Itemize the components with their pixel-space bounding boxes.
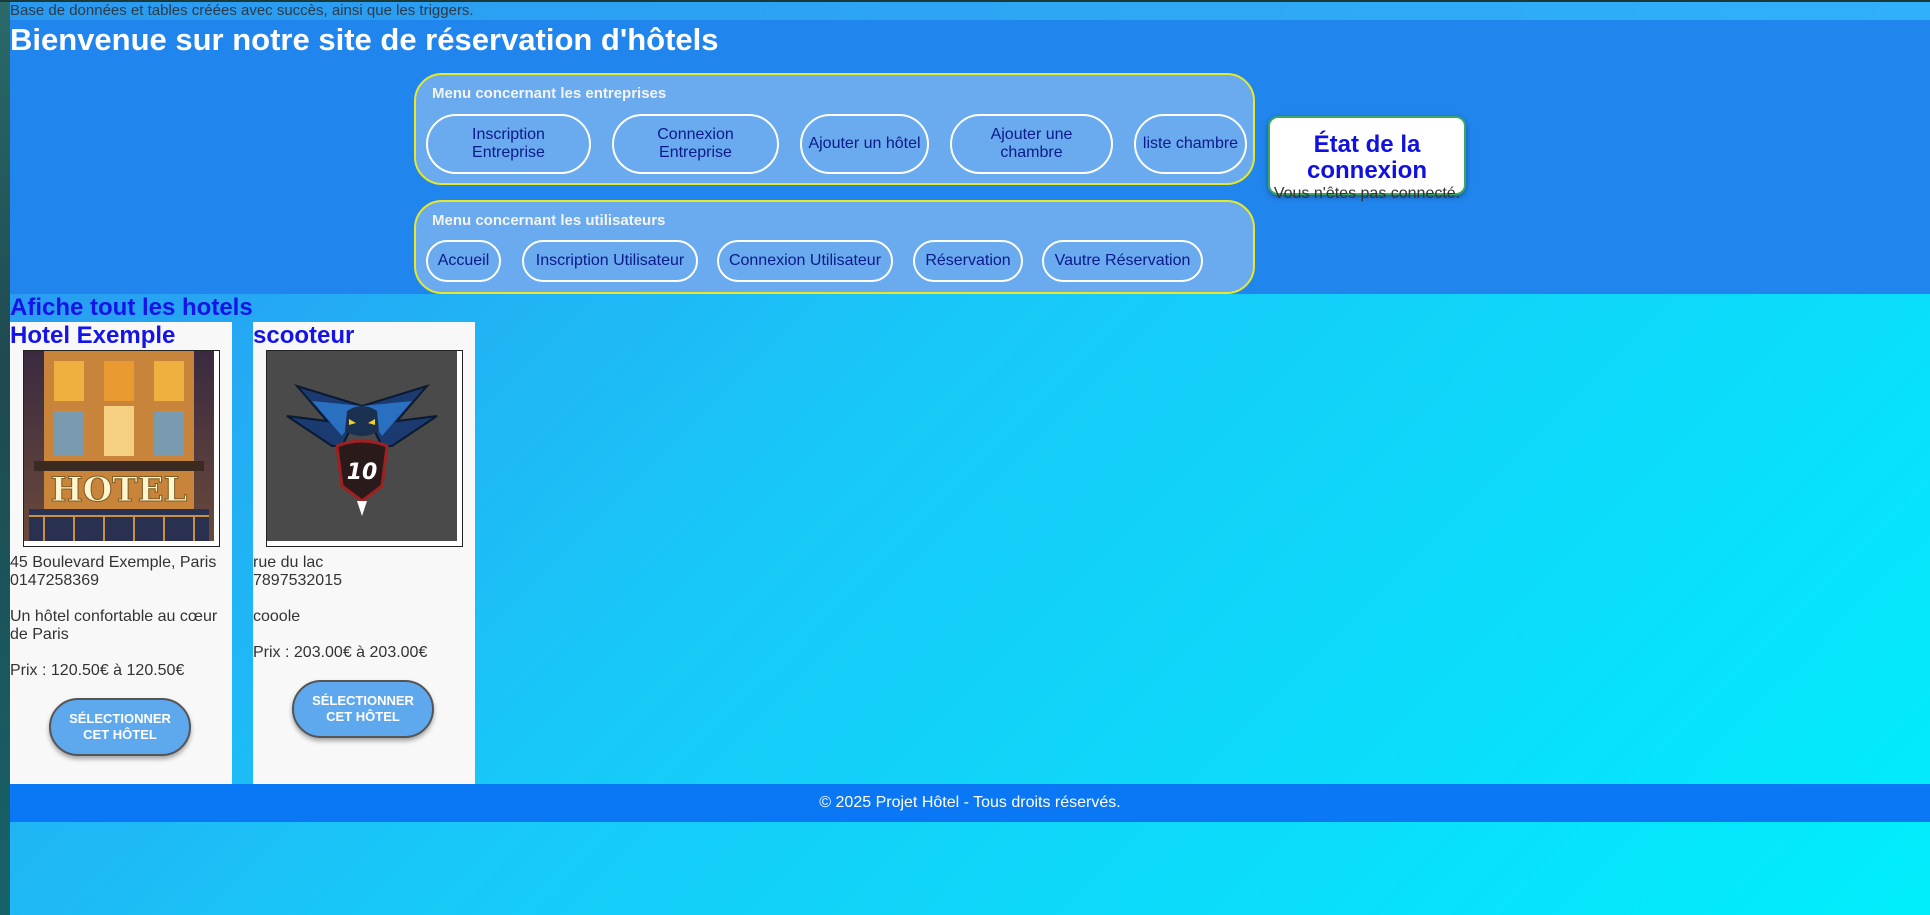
hotel-sign-text: HOTEL: [51, 470, 188, 510]
hotel-description: Un hôtel confortable au cœur de Paris: [10, 608, 218, 643]
ajouter-chambre-button[interactable]: Ajouter une chambre: [950, 114, 1113, 174]
inscription-entreprise-button[interactable]: Inscription Entreprise: [426, 114, 591, 174]
hotel-description: cooole: [253, 608, 301, 625]
connection-status-card: État de la connexion Vous n'êtes pas con…: [1268, 116, 1466, 202]
connection-status-title: État de la connexion: [1306, 131, 1427, 184]
hotel-name: scooteur: [253, 322, 355, 349]
select-hotel-button[interactable]: Sélectionner cet hôtel: [49, 698, 191, 756]
select-hotel-button[interactable]: Sélectionner cet hôtel: [292, 680, 434, 738]
vautre-reservation-button[interactable]: Vautre Réservation: [1042, 240, 1203, 282]
menu-utilisateurs-title: Menu concernant les utilisateurs: [432, 212, 666, 229]
hotel-facade-image: HOTEL: [24, 351, 214, 541]
hotel-phone: 7897532015: [253, 572, 342, 589]
inscription-utilisateur-button[interactable]: Inscription Utilisateur: [522, 240, 698, 282]
page-title: Bienvenue sur notre site de réservation …: [10, 22, 719, 57]
db-status-message: Base de données et tables créées avec su…: [10, 2, 1930, 20]
browser-edge: [0, 0, 10, 915]
connexion-utilisateur-button[interactable]: Connexion Utilisateur: [717, 240, 893, 282]
hotel-price: Prix : 203.00€ à 203.00€: [253, 644, 428, 661]
menu-utilisateurs: Menu concernant les utilisateurs Accueil…: [414, 200, 1255, 294]
hotels-section-title: Afiche tout les hotels: [10, 294, 253, 321]
menu-entreprises-title: Menu concernant les entreprises: [432, 85, 667, 102]
logo-number: 10: [347, 460, 378, 485]
ajouter-hotel-button[interactable]: Ajouter un hôtel: [800, 114, 929, 174]
hotel-address: 45 Boulevard Exemple, Paris: [10, 554, 217, 571]
hotel-facade-photo: HOTEL: [23, 350, 220, 547]
accueil-button[interactable]: Accueil: [426, 240, 501, 282]
site-footer: © 2025 Projet Hôtel - Tous droits réserv…: [10, 784, 1930, 822]
bird-logo-icon: 10: [267, 351, 457, 541]
hotel-name: Hotel Exemple: [10, 322, 176, 349]
site-header: Bienvenue sur notre site de réservation …: [10, 20, 1930, 294]
hotel-address: rue du lac: [253, 554, 324, 571]
hotel-card: Hotel Exemple HOTEL 45 Boulevard Exemple…: [10, 322, 232, 784]
hotel-phone: 0147258369: [10, 572, 99, 589]
hotel-price: Prix : 120.50€ à 120.50€: [10, 662, 185, 679]
connexion-entreprise-button[interactable]: Connexion Entreprise: [612, 114, 779, 174]
menu-entreprises: Menu concernant les entreprises Inscript…: [414, 73, 1255, 185]
connection-status-text: Vous n'êtes pas connecté.: [1273, 185, 1461, 202]
hotel-card: scooteur 10 rue du lac 7897532015 cooole…: [253, 322, 475, 784]
reservation-button[interactable]: Réservation: [913, 240, 1023, 282]
bird-logo-image: 10: [266, 350, 463, 547]
liste-chambre-button[interactable]: liste chambre: [1134, 114, 1247, 174]
